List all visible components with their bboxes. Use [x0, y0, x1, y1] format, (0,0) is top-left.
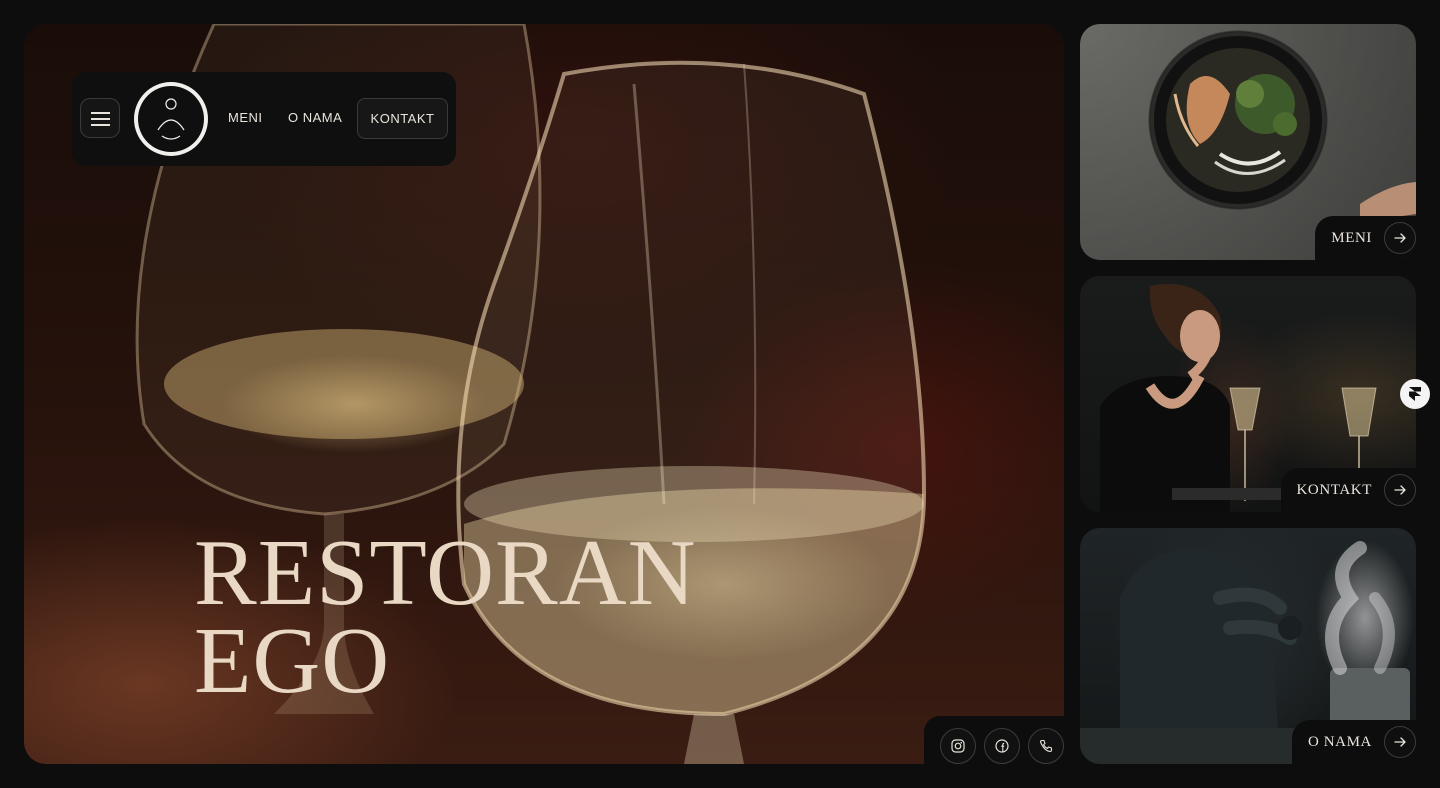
hero-title-line1: RESTORAN: [194, 521, 697, 625]
framer-badge[interactable]: [1400, 379, 1430, 409]
phone-icon: [1039, 739, 1053, 753]
card-o-nama[interactable]: O NAMA: [1080, 528, 1416, 764]
framer-icon: [1409, 387, 1421, 401]
arrow-right-icon: [1394, 737, 1406, 747]
card-kontakt-arrow-button[interactable]: [1384, 474, 1416, 506]
nav-link-o-nama[interactable]: O NAMA: [288, 110, 342, 125]
card-o-nama-label: O NAMA: [1307, 733, 1372, 750]
card-meni-tab: MENI: [1315, 216, 1416, 260]
hero-title: RESTORAN EGO: [194, 521, 697, 713]
phone-button[interactable]: [1028, 728, 1064, 764]
card-o-nama-tab: O NAMA: [1291, 720, 1416, 764]
menu-button[interactable]: [80, 98, 120, 138]
card-meni-label: MENI: [1331, 229, 1372, 246]
facebook-button[interactable]: [984, 728, 1020, 764]
arrow-right-icon: [1394, 233, 1406, 243]
hero-title-line2: EGO: [194, 609, 391, 713]
instagram-button[interactable]: [940, 728, 976, 764]
card-meni[interactable]: MENI: [1080, 24, 1416, 260]
card-kontakt[interactable]: KONTAKT: [1080, 276, 1416, 512]
card-o-nama-arrow-button[interactable]: [1384, 726, 1416, 758]
logo[interactable]: [132, 80, 210, 158]
nav-link-meni[interactable]: MENI: [228, 110, 263, 125]
arrow-right-icon: [1394, 485, 1406, 495]
facebook-icon: [995, 739, 1009, 753]
instagram-icon: [951, 739, 965, 753]
top-navigation: MENI O NAMA KONTAKT: [72, 72, 456, 166]
social-links: [924, 716, 1076, 776]
card-kontakt-label: KONTAKT: [1296, 481, 1372, 498]
card-meni-arrow-button[interactable]: [1384, 222, 1416, 254]
nav-kontakt-button[interactable]: KONTAKT: [357, 98, 448, 139]
logo-emblem-icon: [134, 82, 208, 156]
card-kontakt-tab: KONTAKT: [1280, 468, 1416, 512]
